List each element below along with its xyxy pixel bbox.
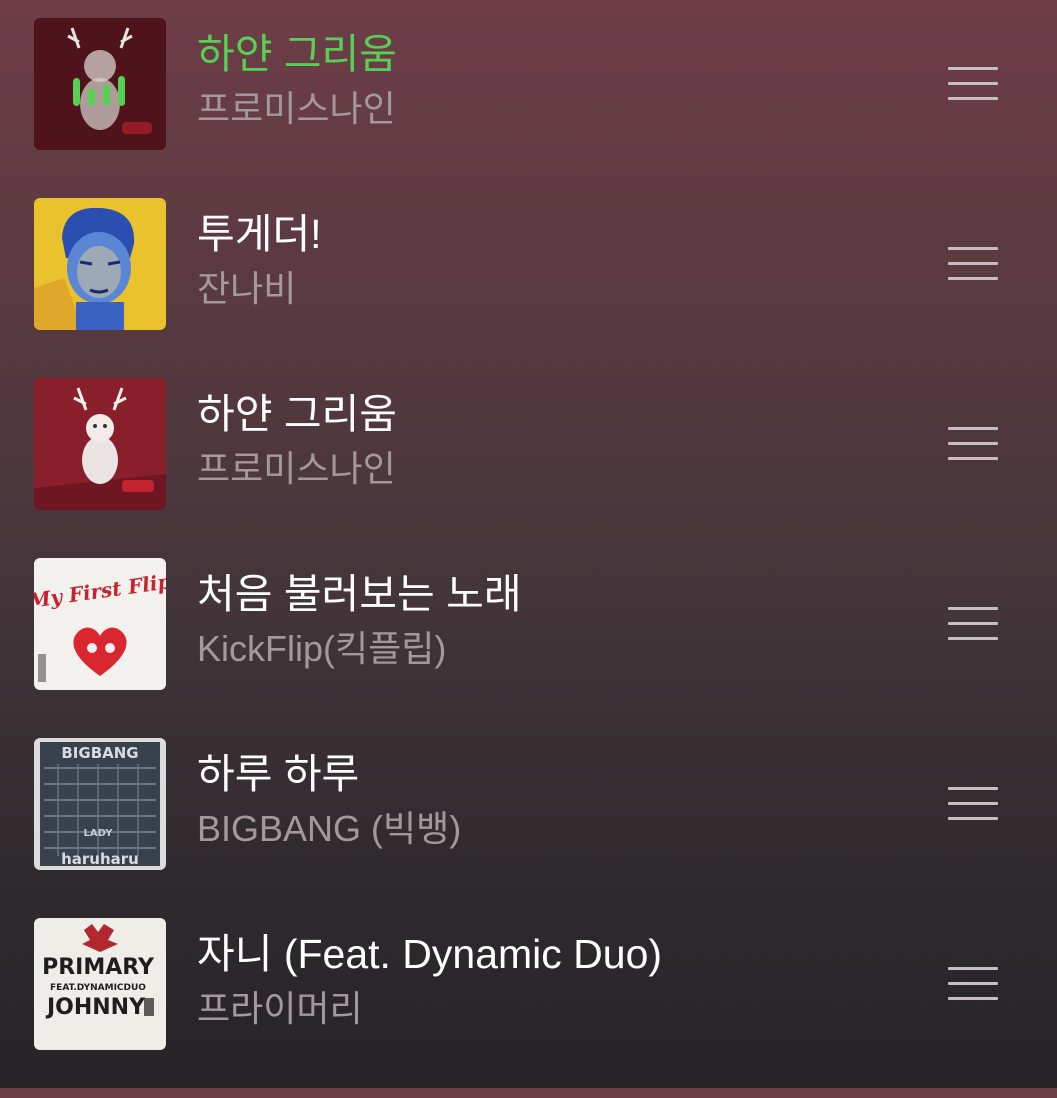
cover-text: BIGBANG bbox=[61, 744, 138, 762]
track-title: 처음 불러보는 노래 bbox=[197, 571, 522, 617]
album-art-image: PRIMARY FEAT.DYNAMICDUO JOHNNY bbox=[34, 918, 166, 1050]
drag-handle-icon[interactable] bbox=[948, 67, 998, 101]
track-artist: BIGBANG (빅뱅) bbox=[197, 808, 462, 849]
drag-handle-icon[interactable] bbox=[948, 787, 998, 821]
track-artist: KickFlip(킥플립) bbox=[197, 628, 447, 669]
drag-handle-icon[interactable] bbox=[948, 967, 998, 1001]
equalizer-bars-icon bbox=[73, 76, 125, 106]
drag-handle-icon[interactable] bbox=[948, 427, 998, 461]
album-art-image bbox=[34, 378, 166, 510]
drag-handle-icon[interactable] bbox=[948, 607, 998, 641]
drag-handle-icon[interactable] bbox=[948, 247, 998, 281]
queue-item[interactable]: BIGBANG LADY haruharu 하루 하루 BIGBANG (빅뱅) bbox=[0, 738, 1057, 918]
queue-item[interactable]: My First Flip 처음 불러보는 노래 KickFlip(킥플립) bbox=[0, 558, 1057, 738]
cover-text: haruharu bbox=[61, 850, 139, 868]
cover-text: JOHNNY bbox=[45, 995, 146, 1020]
album-art bbox=[34, 198, 166, 330]
track-title: 하루 하루 bbox=[197, 751, 360, 797]
album-art: My First Flip bbox=[34, 558, 166, 690]
track-artist: 프로미스나인 bbox=[197, 88, 396, 129]
cover-text: LADY bbox=[84, 828, 114, 839]
queue-item[interactable]: 투게더! 잔나비 bbox=[0, 198, 1057, 378]
album-art-image: My First Flip bbox=[34, 558, 166, 690]
album-art: BIGBANG LADY haruharu bbox=[34, 738, 166, 870]
cover-text: FEAT.DYNAMICDUO bbox=[50, 983, 146, 993]
track-artist: 프라이머리 bbox=[197, 988, 363, 1029]
track-artist: 프로미스나인 bbox=[197, 448, 396, 489]
track-title: 투게더! bbox=[197, 211, 322, 257]
album-art bbox=[34, 18, 166, 150]
track-title: 자니 (Feat. Dynamic Duo) bbox=[197, 931, 663, 977]
album-art-image bbox=[34, 198, 166, 330]
track-title: 하얀 그리움 bbox=[197, 31, 397, 77]
queue-item[interactable]: PRIMARY FEAT.DYNAMICDUO JOHNNY 자니 (Feat.… bbox=[0, 918, 1057, 1098]
queue-item[interactable]: 하얀 그리움 프로미스나인 bbox=[0, 378, 1057, 558]
album-art: PRIMARY FEAT.DYNAMICDUO JOHNNY bbox=[34, 918, 166, 1050]
album-art bbox=[34, 378, 166, 510]
cover-text: PRIMARY bbox=[42, 955, 155, 980]
track-title: 하얀 그리움 bbox=[197, 391, 397, 437]
track-artist: 잔나비 bbox=[197, 268, 297, 309]
album-art-image: BIGBANG LADY haruharu bbox=[34, 738, 166, 870]
queue-item[interactable]: 하얀 그리움 프로미스나인 bbox=[0, 18, 1057, 198]
